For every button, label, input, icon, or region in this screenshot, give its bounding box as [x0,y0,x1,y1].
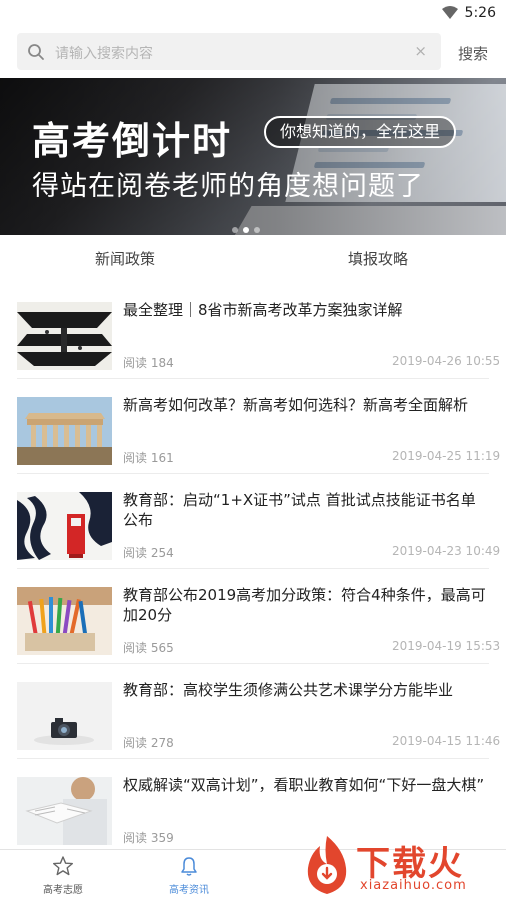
list-item[interactable]: 教育部：高校学生须修满公共艺术课学分方能毕业 阅读 278 2019-04-15… [0,664,506,759]
article-read-count: 阅读 359 [123,831,174,845]
banner-tagline: 你想知道的，全在这里 [264,116,457,148]
article-date: 2019-04-26 10:55 [392,354,501,368]
article-title: 教育部：启动“1+X证书”试点 首批试点技能证书名单公布 [123,491,476,529]
list-item[interactable]: 教育部：启动“1+X证书”试点 首批试点技能证书名单公布 阅读 254 2019… [0,474,506,569]
article-date: 2019-04-23 10:49 [392,544,501,558]
carousel-dot[interactable] [254,227,260,233]
search-icon [28,44,44,60]
article-thumbnail [17,492,112,560]
wifi-icon [442,6,458,19]
article-read-count: 阅读 565 [123,641,174,655]
article-read-count: 阅读 184 [123,356,174,370]
bell-icon [181,857,197,876]
banner-headline: 高考倒计时 [32,119,233,163]
article-thumbnail [17,777,112,845]
carousel-dot-active[interactable] [243,227,249,233]
watermark-logo: 下载火 xiazaihuo.com [298,832,504,898]
flame-icon [307,836,347,894]
list-item[interactable]: 最全整理｜8省市新高考改革方案独家详解 阅读 184 2019-04-26 10… [0,284,506,379]
banner-tagline-text: 你想知道的，全在这里 [280,122,441,141]
nav-item-label: 高考资讯 [169,885,209,896]
category-tabs: 新闻政策 填报攻略 [0,236,506,284]
star-icon [53,856,73,876]
banner-subline: 得站在阅卷老师的角度想问题了 [32,171,424,202]
article-date: 2019-04-25 11:19 [392,449,501,463]
search-row: 请输入搜索内容 × 搜索 [0,28,506,76]
clear-icon[interactable]: × [414,42,427,60]
tab-indicator [84,280,168,283]
list-item[interactable]: 教育部公布2019高考加分政策：符合4种条件，最高可加20分 阅读 565 20… [0,569,506,664]
tab-application-guide[interactable]: 填报攻略 [348,248,408,269]
article-date: 2019-04-15 11:46 [392,734,501,748]
carousel-dot[interactable] [232,227,238,233]
article-title: 教育部：高校学生须修满公共艺术课学分方能毕业 [123,681,454,699]
article-thumbnail [17,587,112,655]
tab-news-policy[interactable]: 新闻政策 [95,248,155,269]
article-title: 新高考如何改革？新高考如何选科？新高考全面解析 [123,396,469,414]
nav-item-college-choice[interactable]: 高考志愿 [8,850,118,900]
article-read-count: 阅读 278 [123,736,174,750]
nav-item-label: 高考志愿 [43,885,83,896]
article-title: 最全整理｜8省市新高考改革方案独家详解 [123,301,403,319]
article-read-count: 阅读 161 [123,451,174,465]
article-thumbnail [17,302,112,370]
banner-carousel[interactable]: 高考倒计时 你想知道的，全在这里 得站在阅卷老师的角度想问题了 [0,78,506,235]
article-thumbnail [17,682,112,750]
article-title: 权威解读“双高计划”，看职业教育如何“下好一盘大棋” [123,776,485,794]
status-time: 5:26 [464,5,496,21]
status-bar: 5:26 [0,0,506,28]
list-item[interactable]: 新高考如何改革？新高考如何选科？新高考全面解析 阅读 161 2019-04-2… [0,379,506,474]
carousel-indicator [232,218,265,235]
search-button[interactable]: 搜索 [458,43,488,64]
article-thumbnail [17,397,112,465]
article-date: 2019-04-19 15:53 [392,639,501,653]
search-input[interactable]: 请输入搜索内容 × [17,33,441,70]
article-read-count: 阅读 254 [123,546,174,560]
search-placeholder: 请输入搜索内容 [55,46,153,62]
article-title: 教育部公布2019高考加分政策：符合4种条件，最高可加20分 [123,586,486,624]
watermark-url: xiazaihuo.com [360,878,467,893]
nav-item-news[interactable]: 高考资讯 [134,850,244,900]
